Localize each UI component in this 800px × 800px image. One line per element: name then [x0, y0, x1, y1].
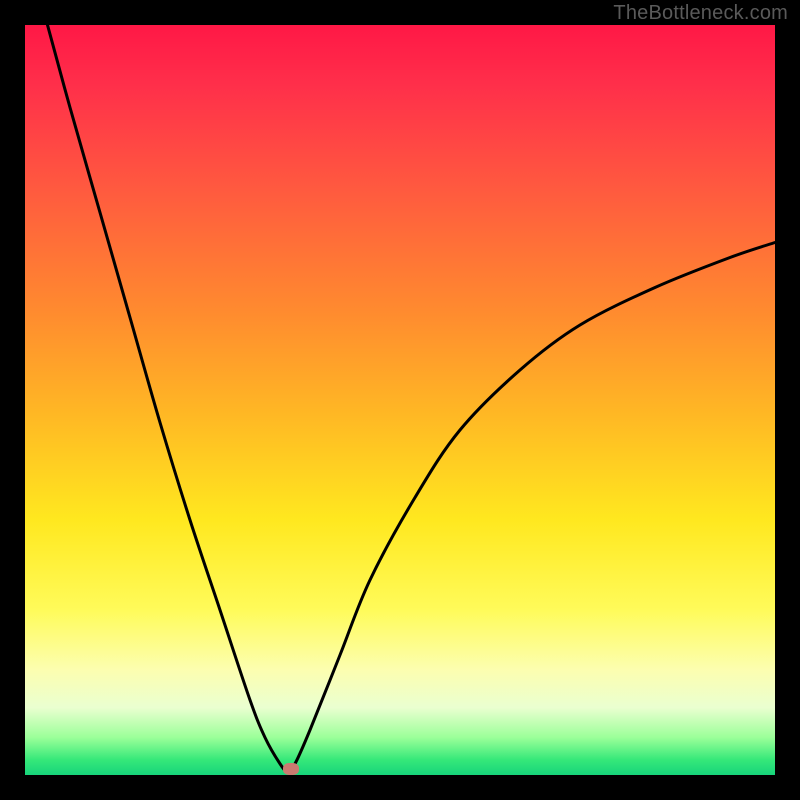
plot-area: [25, 25, 775, 775]
curve-svg: [25, 25, 775, 775]
watermark-text: TheBottleneck.com: [613, 2, 788, 25]
bottleneck-curve: [48, 25, 776, 771]
minimum-marker: [283, 763, 299, 775]
chart-frame: TheBottleneck.com: [0, 0, 800, 800]
